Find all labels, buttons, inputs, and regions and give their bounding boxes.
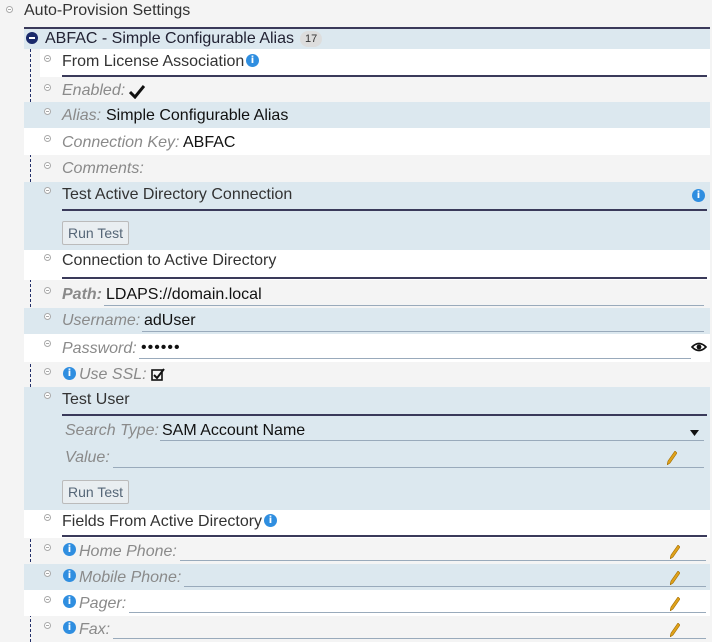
dropdown-arrow-icon[interactable]	[690, 430, 699, 436]
home-phone-field-line	[180, 560, 706, 561]
root-label: Auto-Provision Settings	[24, 2, 191, 19]
info-icon[interactable]: i	[63, 621, 76, 634]
tree-bullet[interactable]	[44, 108, 51, 115]
connection-key-label: Connection Key:	[62, 134, 180, 151]
tree-bullet[interactable]	[44, 368, 51, 375]
info-icon[interactable]: i	[63, 543, 76, 556]
license-section-title: From License Association	[62, 53, 245, 70]
value-label: Value:	[65, 449, 110, 466]
section-divider	[62, 414, 707, 416]
use-ssl-label: Use SSL:	[79, 366, 147, 383]
fax-field-line	[113, 638, 706, 639]
search-type-select[interactable]: SAM Account Name	[162, 422, 305, 440]
pencil-icon[interactable]	[670, 571, 680, 585]
username-label: Username:	[62, 312, 141, 329]
section-divider	[62, 75, 707, 77]
tree-bullet[interactable]	[44, 313, 51, 320]
password-label: Password:	[62, 340, 137, 357]
tree-bullet[interactable]	[44, 55, 51, 62]
tree-bullet[interactable]	[44, 570, 51, 577]
collapse-icon[interactable]	[26, 32, 38, 44]
tree-bullet[interactable]	[44, 544, 51, 551]
connection-section-title: Connection to Active Directory	[62, 252, 277, 269]
mobile-phone-field-line	[184, 586, 706, 587]
info-icon[interactable]: i	[63, 569, 76, 582]
username-value[interactable]: adUser	[144, 312, 196, 330]
pencil-icon[interactable]	[667, 451, 677, 465]
alias-value: Simple Configurable Alias	[106, 107, 289, 124]
info-icon[interactable]: i	[264, 514, 277, 527]
test-user-title: Test User	[62, 391, 130, 408]
tree-bullet[interactable]	[44, 84, 51, 91]
value-field-line	[113, 467, 704, 468]
section-divider	[62, 535, 707, 537]
section-divider	[62, 209, 707, 211]
node-count-badge: 17	[300, 31, 323, 47]
node-title: ABFAC - Simple Configurable Alias	[45, 30, 294, 47]
pager-field-line	[129, 612, 706, 613]
search-type-field-line	[160, 440, 704, 441]
info-icon[interactable]: i	[63, 595, 76, 608]
tree-bullet[interactable]	[44, 622, 51, 629]
tree-bullet[interactable]	[44, 135, 51, 142]
tree-bullet[interactable]	[44, 162, 51, 169]
alias-label: Alias:	[62, 107, 102, 124]
tree-bullet[interactable]	[44, 340, 51, 347]
pencil-icon[interactable]	[670, 623, 680, 637]
tree-bullet[interactable]	[44, 254, 51, 261]
tree-bullet[interactable]	[44, 596, 51, 603]
search-type-label: Search Type:	[65, 422, 159, 439]
pencil-icon[interactable]	[670, 545, 680, 559]
password-field-line	[139, 358, 691, 359]
check-icon	[129, 85, 145, 99]
mobile-phone-label: Mobile Phone:	[79, 569, 182, 586]
password-value[interactable]: ••••••	[141, 339, 181, 357]
home-phone-label: Home Phone:	[79, 543, 177, 560]
info-icon[interactable]: i	[692, 189, 705, 202]
checkbox-checked-icon[interactable]	[151, 368, 165, 382]
tree-bullet[interactable]	[44, 187, 51, 194]
section-divider	[62, 277, 707, 279]
tree-bullet[interactable]	[44, 392, 51, 399]
eye-icon[interactable]	[691, 341, 707, 353]
enabled-label: Enabled:	[62, 82, 126, 99]
fields-section-title: Fields From Active Directory	[62, 513, 263, 530]
run-test-button[interactable]: Run Test	[62, 221, 129, 245]
fax-label: Fax:	[79, 621, 111, 638]
tree-bullet[interactable]	[44, 287, 51, 294]
path-field-line	[104, 305, 704, 306]
path-label: Path:	[62, 286, 102, 303]
test-ad-title: Test Active Directory Connection	[62, 186, 293, 203]
info-icon[interactable]: i	[63, 367, 76, 380]
pencil-icon[interactable]	[670, 597, 680, 611]
tree-bullet[interactable]	[44, 514, 51, 521]
run-test-button[interactable]: Run Test	[62, 480, 129, 504]
username-field-line	[142, 331, 704, 332]
connection-key-value: ABFAC	[183, 134, 236, 151]
info-icon[interactable]: i	[246, 54, 259, 67]
path-value[interactable]: LDAPS://domain.local	[106, 286, 262, 304]
tree-bullet[interactable]	[6, 6, 13, 13]
pager-label: Pager:	[79, 595, 127, 612]
comments-label: Comments:	[62, 160, 144, 177]
